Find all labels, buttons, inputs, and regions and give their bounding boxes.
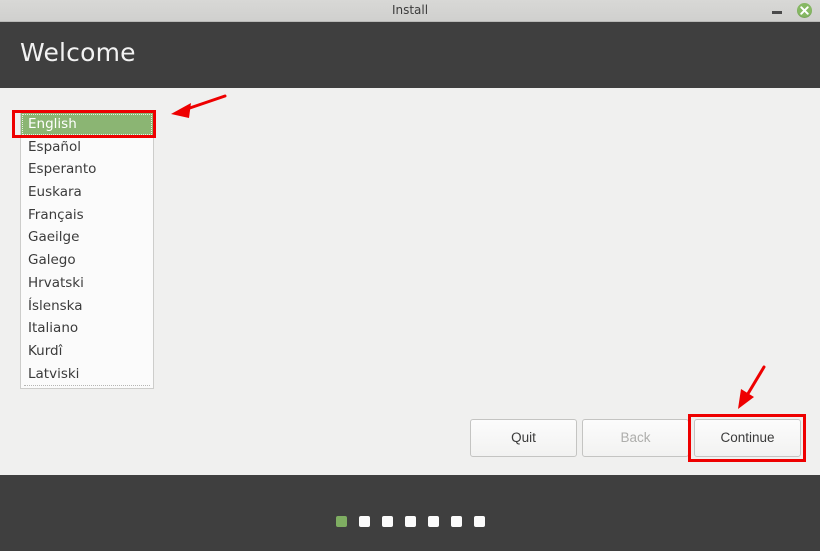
language-item[interactable]: Italiano — [21, 317, 153, 340]
progress-dot — [427, 516, 439, 527]
progress-dot — [473, 516, 485, 527]
page-title: Welcome — [20, 38, 136, 67]
window-titlebar[interactable]: Install — [0, 0, 820, 22]
language-listbox[interactable]: English Español Esperanto Euskara Français Ga… — [20, 112, 154, 389]
window-title: Install — [391, 3, 429, 17]
continue-button[interactable]: Continue — [694, 419, 801, 457]
language-item[interactable]: Euskara — [21, 181, 153, 204]
minimize-icon — [772, 11, 782, 14]
progress-dot — [404, 516, 416, 527]
language-item[interactable]: Galego — [21, 249, 153, 272]
language-item[interactable]: Kurdî — [21, 340, 153, 363]
close-icon — [797, 3, 812, 18]
progress-dots — [0, 516, 820, 527]
language-item[interactable]: Íslenska — [21, 295, 153, 318]
page-header: Welcome — [0, 22, 820, 88]
language-item[interactable]: Français — [21, 204, 153, 227]
language-item[interactable]: Español — [21, 136, 153, 159]
main-content: English Español Esperanto Euskara Français Ga… — [0, 88, 820, 475]
progress-band — [0, 475, 820, 551]
progress-dot — [450, 516, 462, 527]
language-item[interactable]: Gaeilge — [21, 226, 153, 249]
minimize-button[interactable] — [766, 0, 788, 21]
install-window: Install Welcome English Español Esperanto E… — [0, 0, 820, 551]
progress-dot — [335, 516, 347, 527]
language-item[interactable]: Latviski — [21, 363, 153, 386]
progress-dot — [381, 516, 393, 527]
progress-dot — [358, 516, 370, 527]
quit-button[interactable]: Quit — [470, 419, 577, 457]
back-button: Back — [582, 419, 689, 457]
language-item[interactable]: Esperanto — [21, 158, 153, 181]
language-item[interactable]: English — [21, 113, 153, 136]
listbox-focus-underline — [24, 385, 150, 387]
language-item[interactable]: Hrvatski — [21, 272, 153, 295]
close-button[interactable] — [794, 0, 816, 21]
